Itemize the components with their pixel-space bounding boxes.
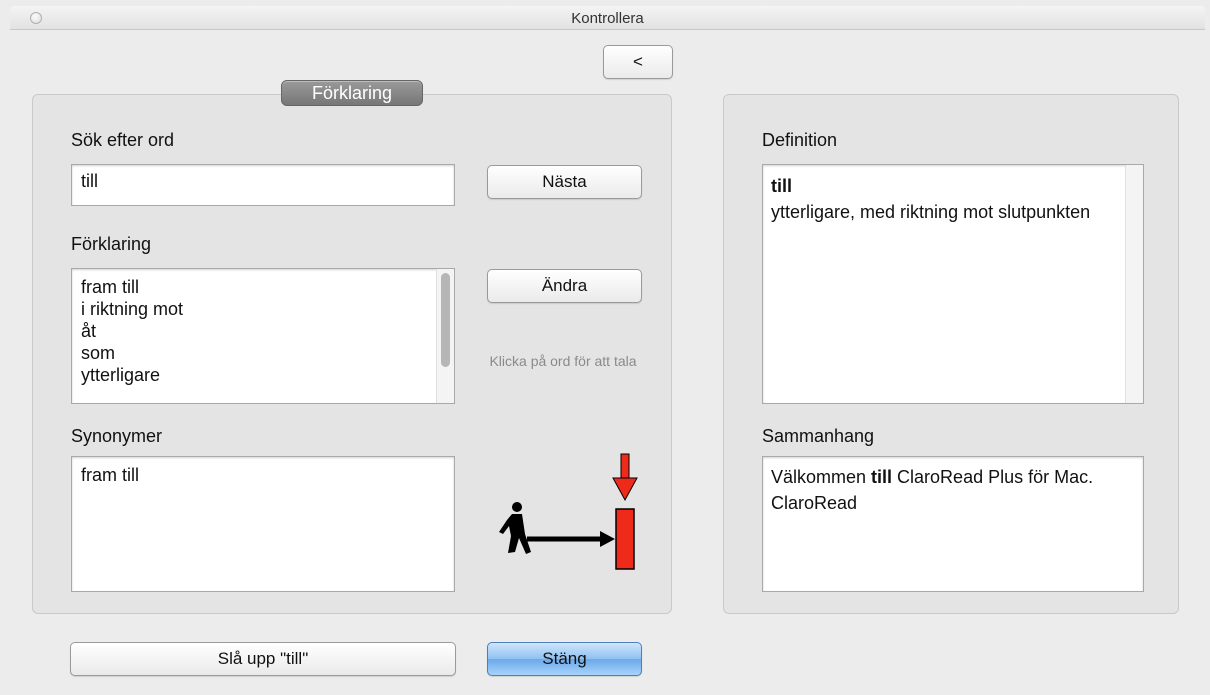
hint-text: Klicka på ord för att tala xyxy=(489,353,637,369)
list-item[interactable]: åt xyxy=(81,320,445,342)
definition-label: Definition xyxy=(762,130,838,150)
explanation-list[interactable]: fram till i riktning mot åt som ytterlig… xyxy=(71,268,455,404)
search-input[interactable] xyxy=(81,171,445,192)
person-walking-to-target-icon xyxy=(499,453,638,570)
explanation-label: Förklaring xyxy=(71,234,152,254)
search-label: Sök efter ord xyxy=(71,130,175,150)
lookup-button[interactable]: Slå upp "till" xyxy=(70,642,456,676)
context-highlighted-word[interactable]: till xyxy=(871,467,892,487)
list-item[interactable]: fram till xyxy=(81,464,445,486)
definition-scrollbar[interactable] xyxy=(1125,165,1143,403)
definition-box: till ytterligare, med riktning mot slutp… xyxy=(762,164,1144,404)
list-item[interactable]: ytterligare xyxy=(81,364,445,386)
close-button[interactable]: Stäng xyxy=(487,642,642,676)
list-item[interactable]: som xyxy=(81,342,445,364)
context-label: Sammanhang xyxy=(762,426,875,446)
window-title: Kontrollera xyxy=(571,10,644,27)
list-item[interactable]: i riktning mot xyxy=(81,298,445,320)
title-bar: Kontrollera xyxy=(10,6,1205,30)
list-item[interactable]: fram till xyxy=(81,276,445,298)
explanation-scrollbar[interactable] xyxy=(436,269,454,403)
definition-word: till xyxy=(771,176,792,196)
synonyms-label: Synonymer xyxy=(71,426,163,446)
explanation-panel-tab: Förklaring xyxy=(281,80,423,106)
collapse-button[interactable]: < xyxy=(603,45,673,79)
next-button[interactable]: Nästa xyxy=(487,165,642,199)
context-text-before[interactable]: Välkommen xyxy=(771,467,871,487)
synonyms-list[interactable]: fram till xyxy=(71,456,455,592)
definition-text: ytterligare, med riktning mot slutpunkte… xyxy=(771,202,1091,222)
scrollbar-thumb[interactable] xyxy=(441,273,450,367)
change-button[interactable]: Ändra xyxy=(487,269,642,303)
context-box: Välkommen till ClaroRead Plus för Mac. C… xyxy=(762,456,1144,592)
search-field[interactable] xyxy=(71,164,455,206)
